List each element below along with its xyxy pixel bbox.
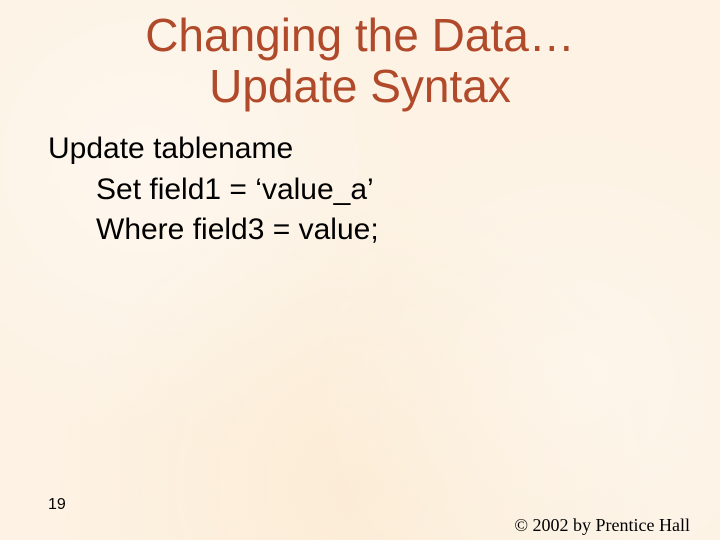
body-line-1: Update tablename: [48, 129, 720, 170]
slide-title: Changing the Data… Update Syntax: [0, 10, 720, 111]
title-line-2: Update Syntax: [0, 61, 720, 112]
body-line-2: Set field1 = ‘value_a’: [96, 170, 720, 211]
copyright: © 2002 by Prentice Hall: [514, 515, 690, 536]
body-line-3: Where field3 = value;: [96, 210, 720, 251]
title-line-1: Changing the Data…: [0, 10, 720, 61]
slide-body: Update tablename Set field1 = ‘value_a’ …: [48, 129, 720, 251]
page-number: 19: [48, 496, 66, 514]
